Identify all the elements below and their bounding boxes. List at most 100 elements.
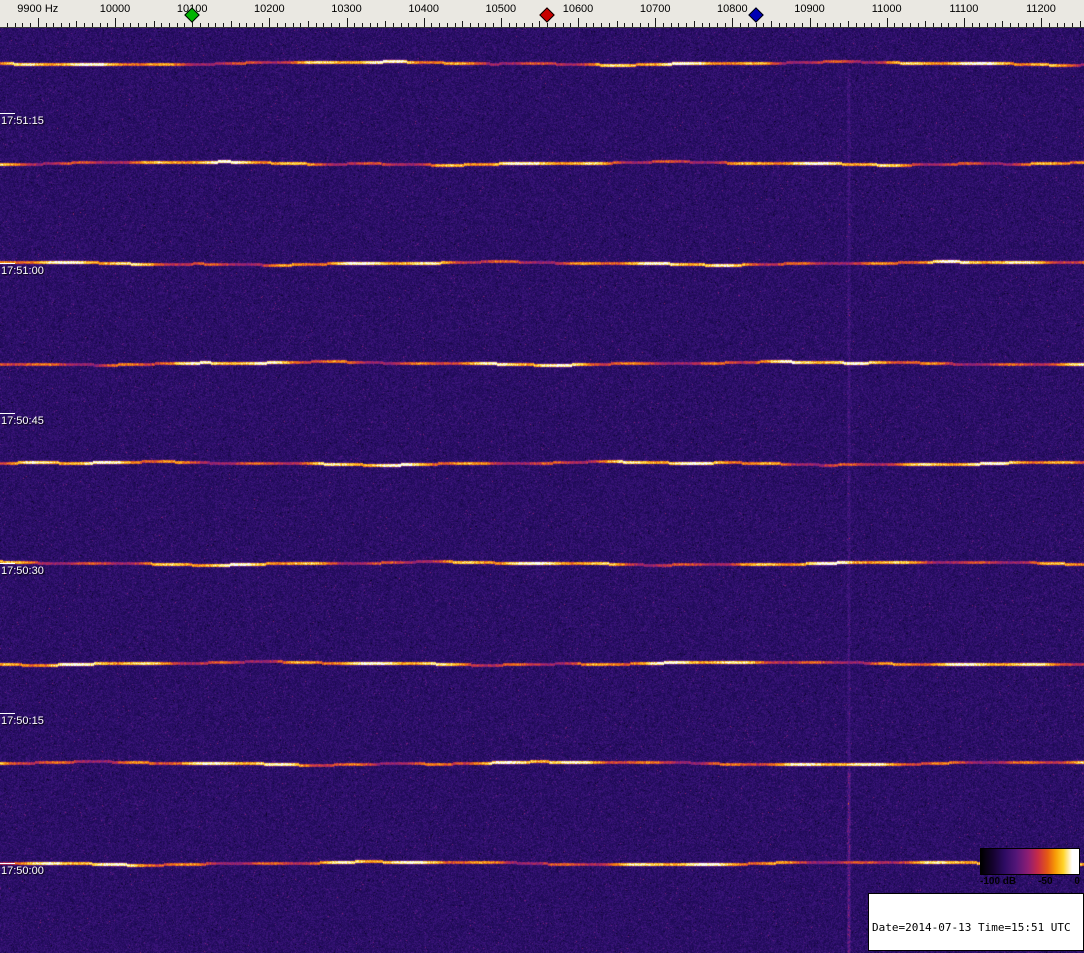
freq-tick — [987, 23, 988, 27]
marker-blue-diamond[interactable] — [748, 7, 764, 23]
freq-tick — [879, 23, 880, 27]
freq-tick — [918, 23, 919, 27]
freq-tick — [92, 23, 93, 27]
freq-tick — [22, 23, 23, 27]
freq-tick — [964, 18, 965, 27]
freq-tick — [678, 23, 679, 27]
freq-tick — [107, 23, 108, 27]
freq-tick — [215, 23, 216, 27]
freq-tick — [686, 23, 687, 27]
freq-ruler-label: 10300 — [331, 3, 362, 15]
freq-tick — [15, 23, 16, 27]
freq-tick — [169, 23, 170, 27]
freq-tick — [285, 23, 286, 27]
freq-tick — [555, 23, 556, 27]
freq-tick — [347, 18, 348, 27]
freq-tick — [46, 23, 47, 27]
freq-ruler-label: 9900 Hz — [17, 3, 58, 15]
freq-ruler-label: 10200 — [254, 3, 285, 15]
freq-tick — [941, 23, 942, 27]
freq-tick — [393, 23, 394, 27]
freq-ruler-label: 10700 — [640, 3, 671, 15]
freq-tick — [725, 23, 726, 27]
freq-tick — [694, 21, 695, 27]
freq-tick — [1026, 23, 1027, 27]
freq-tick — [370, 23, 371, 27]
freq-tick — [262, 23, 263, 27]
spectrum-waterfall-display: 9900 Hz100001010010200103001040010500106… — [0, 0, 1084, 953]
freq-tick — [979, 23, 980, 27]
freq-tick — [771, 21, 772, 27]
freq-tick — [323, 23, 324, 27]
freq-tick — [362, 23, 363, 27]
freq-tick — [570, 23, 571, 27]
freq-tick — [756, 23, 757, 27]
freq-tick — [593, 23, 594, 27]
freq-tick — [840, 23, 841, 27]
freq-tick — [786, 23, 787, 27]
freq-tick — [539, 21, 540, 27]
freq-tick — [339, 23, 340, 27]
waterfall-canvas[interactable] — [0, 28, 1084, 953]
freq-tick — [871, 23, 872, 27]
freq-tick — [547, 23, 548, 27]
freq-tick — [894, 23, 895, 27]
freq-tick — [948, 23, 949, 27]
time-tick — [0, 413, 15, 414]
freq-tick — [254, 23, 255, 27]
freq-tick — [316, 23, 317, 27]
freq-tick — [779, 23, 780, 27]
freq-ruler-label: 11200 — [1026, 3, 1056, 15]
freq-ruler-label: 10000 — [100, 3, 131, 15]
freq-tick — [833, 23, 834, 27]
freq-tick — [184, 23, 185, 27]
freq-tick — [293, 23, 294, 27]
time-axis-label: 17:50:00 — [1, 865, 44, 877]
freq-tick — [177, 23, 178, 27]
time-axis-label: 17:50:30 — [1, 565, 44, 577]
amplitude-gradient-bar — [980, 848, 1080, 875]
freq-tick — [431, 23, 432, 27]
freq-tick — [130, 23, 131, 27]
amplitude-max-label: 0 — [1074, 876, 1080, 887]
freq-tick — [972, 23, 973, 27]
freq-tick — [354, 23, 355, 27]
freq-tick — [702, 23, 703, 27]
freq-tick — [671, 23, 672, 27]
freq-tick — [648, 23, 649, 27]
freq-tick — [401, 23, 402, 27]
freq-tick — [524, 23, 525, 27]
freq-tick — [7, 23, 8, 27]
freq-tick — [887, 18, 888, 27]
freq-tick — [154, 21, 155, 27]
freq-tick — [478, 23, 479, 27]
freq-tick — [462, 21, 463, 27]
freq-tick — [810, 18, 811, 27]
freq-ruler-label: 10800 — [717, 3, 748, 15]
freq-tick — [563, 23, 564, 27]
freq-tick — [424, 18, 425, 27]
freq-tick — [161, 23, 162, 27]
frequency-ruler[interactable]: 9900 Hz100001010010200103001040010500106… — [0, 0, 1084, 28]
freq-tick — [200, 23, 201, 27]
info-date-line: Date=2014-07-13 Time=15:51 UTC — [872, 921, 1080, 934]
freq-tick — [300, 23, 301, 27]
freq-ruler-label: 10400 — [408, 3, 439, 15]
time-axis-label: 17:51:15 — [1, 115, 44, 127]
freq-tick — [377, 23, 378, 27]
freq-tick — [146, 23, 147, 27]
freq-tick — [817, 23, 818, 27]
freq-tick — [509, 23, 510, 27]
freq-tick — [408, 23, 409, 27]
time-tick — [0, 113, 15, 114]
freq-tick — [601, 23, 602, 27]
amplitude-scale: -100 dB -50 0 — [980, 848, 1080, 887]
freq-tick — [586, 23, 587, 27]
marker-red-diamond[interactable] — [539, 7, 555, 23]
freq-tick — [1057, 23, 1058, 27]
freq-tick — [663, 23, 664, 27]
freq-tick — [84, 23, 85, 27]
freq-tick — [640, 23, 641, 27]
freq-tick — [1041, 18, 1042, 27]
freq-tick — [439, 23, 440, 27]
